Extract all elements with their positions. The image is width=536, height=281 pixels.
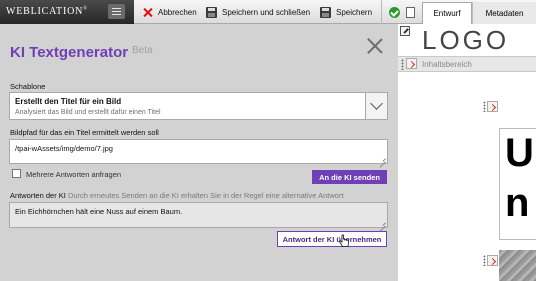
resize-grip-icon[interactable]	[379, 219, 386, 226]
close-icon	[142, 7, 153, 18]
hand-cursor-icon	[338, 234, 349, 247]
save-icon	[320, 6, 331, 18]
document-icon	[406, 6, 415, 18]
chevron-down-icon[interactable]	[365, 93, 387, 119]
save-close-label: Speichern und schließen	[222, 7, 311, 17]
template-description: Analysiert das Bild und erstellt dafür e…	[15, 109, 161, 116]
resize-grip-icon[interactable]	[379, 155, 386, 162]
expand-arrow-icon[interactable]	[487, 255, 498, 266]
send-to-ai-button[interactable]: An die KI senden	[312, 170, 387, 184]
edit-icon[interactable]	[400, 26, 410, 36]
brand-area: WEBLICATION®	[0, 0, 134, 24]
page-view-button[interactable]	[406, 5, 420, 19]
brand-logo: WEBLICATION®	[6, 6, 88, 17]
preview-letter-n: n	[505, 181, 530, 225]
image-path-label: Bildpfad für das ein Titel ermittelt wer…	[10, 128, 159, 137]
ai-answer-value: Ein Eichhörnchen hält eine Nuss auf eine…	[15, 207, 183, 216]
template-label: Schablone	[10, 82, 46, 91]
dialog-title: KI Textgenerator	[10, 44, 129, 61]
save-button[interactable]: Speichern	[320, 5, 372, 19]
tab-metadaten[interactable]: Metadaten	[472, 2, 536, 24]
preview-letter-u: U	[505, 131, 534, 175]
confirm-button[interactable]	[389, 5, 405, 19]
main-toolbar: WEBLICATION® Abbrechen Speichern und sch…	[0, 0, 536, 24]
preview-element-box: U n	[499, 128, 536, 240]
image-path-value: /tpai-wAssets/img/demo/7.jpg	[15, 144, 113, 153]
drag-handle-icon[interactable]	[483, 255, 486, 266]
image-path-field[interactable]: /tpai-wAssets/img/demo/7.jpg	[9, 139, 388, 164]
drag-handle-icon[interactable]	[401, 59, 404, 70]
cancel-button[interactable]: Abbrechen	[142, 5, 197, 19]
cancel-label: Abbrechen	[158, 7, 197, 17]
answer-hint: Durch erneutes Senden an die KI erhalten…	[67, 191, 344, 200]
apply-answer-button[interactable]: Antwort der KI übernehmen	[277, 231, 387, 247]
expand-arrow-icon[interactable]	[487, 101, 498, 112]
beta-badge: Beta	[132, 45, 153, 56]
expand-arrow-icon[interactable]	[406, 58, 417, 69]
tab-metadaten-label: Metadaten	[485, 8, 524, 18]
save-and-close-button[interactable]: Speichern und schließen	[206, 5, 310, 19]
save-label: Speichern	[336, 7, 373, 17]
multiple-answers-checkbox[interactable]	[12, 169, 21, 178]
check-icon	[389, 6, 400, 18]
ki-dialog-panel: KI Textgenerator Beta Schablone Erstellt…	[0, 24, 398, 281]
ai-answer-field[interactable]: Ein Eichhörnchen hält eine Nuss auf eine…	[9, 202, 388, 228]
preview-logo: LOGO	[422, 25, 510, 55]
template-selected-value: Erstellt den Titel für ein Bild	[15, 97, 122, 106]
tab-entwurf-label: Entwurf	[433, 9, 461, 18]
answer-label-row: Antworten der KI Durch erneutes Senden a…	[10, 191, 344, 200]
multiple-answers-label: Mehrere Antworten anfragen	[26, 170, 122, 179]
toolbar-divider	[381, 0, 382, 24]
answer-label: Antworten der KI	[10, 191, 66, 200]
app-menu-icon[interactable]	[108, 4, 125, 19]
save-close-icon	[206, 6, 217, 18]
page-preview: LOGO Inhaltsbereich U n	[398, 24, 536, 281]
brand-name: WEBLICATION	[6, 6, 84, 17]
content-area-label: Inhaltsbereich	[422, 60, 472, 69]
drag-handle-icon[interactable]	[483, 101, 486, 112]
tab-entwurf[interactable]: Entwurf	[422, 2, 472, 24]
content-area-bar: Inhaltsbereich	[398, 56, 536, 72]
preview-image	[499, 250, 536, 281]
close-dialog-icon[interactable]	[367, 38, 383, 54]
template-select[interactable]: Erstellt den Titel für ein Bild Analysie…	[9, 92, 388, 120]
brand-registered-mark: ®	[83, 6, 88, 12]
